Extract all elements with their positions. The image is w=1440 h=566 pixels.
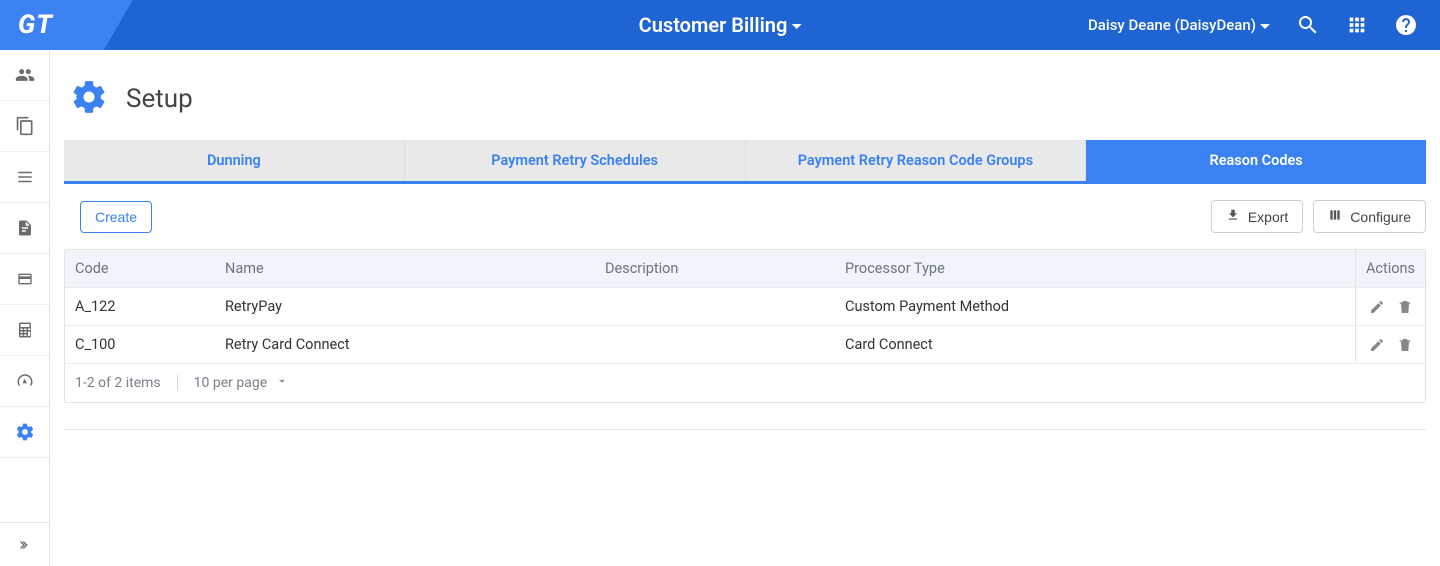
user-menu[interactable]: Daisy Deane (DaisyDean) — [1088, 16, 1270, 34]
content-divider — [64, 429, 1426, 430]
configure-label: Configure — [1350, 209, 1411, 225]
sidebar-item-list[interactable] — [0, 152, 49, 203]
tab-reason-groups[interactable]: Payment Retry Reason Code Groups — [746, 140, 1087, 181]
th-actions: Actions — [1355, 250, 1425, 287]
tab-retry-schedules[interactable]: Payment Retry Schedules — [405, 140, 746, 181]
sidebar-item-calculator[interactable] — [0, 305, 49, 356]
help-icon[interactable] — [1394, 13, 1418, 37]
cell-description — [595, 326, 835, 363]
cell-code: A_122 — [65, 288, 215, 325]
per-page-label: 10 per page — [194, 375, 267, 391]
delete-icon[interactable] — [1397, 337, 1413, 353]
sidebar-item-customers[interactable] — [0, 50, 49, 101]
table-row[interactable]: A_122 RetryPay Custom Payment Method — [65, 287, 1425, 325]
divider — [177, 375, 178, 391]
tab-dunning[interactable]: Dunning — [64, 140, 405, 181]
cell-description — [595, 288, 835, 325]
apps-icon[interactable] — [1346, 14, 1368, 36]
export-label: Export — [1248, 209, 1288, 225]
toolbar-right: Export Configure — [1211, 200, 1426, 233]
chevron-down-icon — [791, 24, 801, 29]
create-button[interactable]: Create — [80, 201, 152, 233]
download-icon — [1226, 208, 1240, 225]
cell-actions — [1355, 326, 1425, 363]
delete-icon[interactable] — [1397, 299, 1413, 315]
edit-icon[interactable] — [1369, 299, 1385, 315]
tab-reason-codes[interactable]: Reason Codes — [1086, 140, 1426, 181]
page-title-wrap: Setup — [64, 70, 1426, 140]
export-button[interactable]: Export — [1211, 200, 1303, 233]
sidebar-item-copy[interactable] — [0, 101, 49, 152]
gear-icon — [70, 78, 108, 120]
sidebar-item-dashboard[interactable] — [0, 356, 49, 407]
top-header: GT Customer Billing Daisy Deane (DaisyDe… — [0, 0, 1440, 50]
table-footer: 1-2 of 2 items 10 per page — [65, 363, 1425, 402]
cell-name: RetryPay — [215, 288, 595, 325]
cell-processor: Card Connect — [835, 326, 1355, 363]
left-sidebar — [0, 50, 50, 566]
edit-icon[interactable] — [1369, 337, 1385, 353]
table-toolbar: Create Export Configure — [64, 184, 1426, 249]
configure-button[interactable]: Configure — [1313, 200, 1426, 233]
sidebar-item-document[interactable] — [0, 203, 49, 254]
table-header: Code Name Description Processor Type Act… — [65, 250, 1425, 287]
columns-icon — [1328, 208, 1342, 225]
cell-processor: Custom Payment Method — [835, 288, 1355, 325]
sidebar-spacer — [0, 458, 49, 522]
sidebar-collapse[interactable] — [0, 522, 49, 566]
per-page-selector[interactable]: 10 per page — [194, 374, 289, 392]
th-description[interactable]: Description — [595, 250, 835, 287]
sidebar-item-card[interactable] — [0, 254, 49, 305]
th-name[interactable]: Name — [215, 250, 595, 287]
app-title-dropdown[interactable]: Customer Billing — [639, 13, 802, 37]
table-row[interactable]: C_100 Retry Card Connect Card Connect — [65, 325, 1425, 363]
page-title: Setup — [126, 84, 193, 114]
tabs: Dunning Payment Retry Schedules Payment … — [64, 140, 1426, 184]
th-processor[interactable]: Processor Type — [835, 250, 1355, 287]
search-icon[interactable] — [1296, 13, 1320, 37]
chevron-down-icon — [275, 374, 289, 392]
user-label: Daisy Deane (DaisyDean) — [1088, 16, 1256, 34]
chevron-down-icon — [1260, 24, 1270, 29]
logo[interactable]: GT — [18, 10, 53, 40]
cell-actions — [1355, 288, 1425, 325]
logo-wrap: GT — [0, 0, 200, 50]
cell-code: C_100 — [65, 326, 215, 363]
sidebar-item-settings[interactable] — [0, 407, 49, 458]
main-content: Setup Dunning Payment Retry Schedules Pa… — [50, 50, 1440, 566]
header-right: Daisy Deane (DaisyDean) — [1088, 13, 1440, 37]
th-code[interactable]: Code — [65, 250, 215, 287]
range-label: 1-2 of 2 items — [75, 375, 161, 391]
cell-name: Retry Card Connect — [215, 326, 595, 363]
reason-codes-table: Code Name Description Processor Type Act… — [64, 249, 1426, 403]
app-title: Customer Billing — [639, 13, 788, 37]
